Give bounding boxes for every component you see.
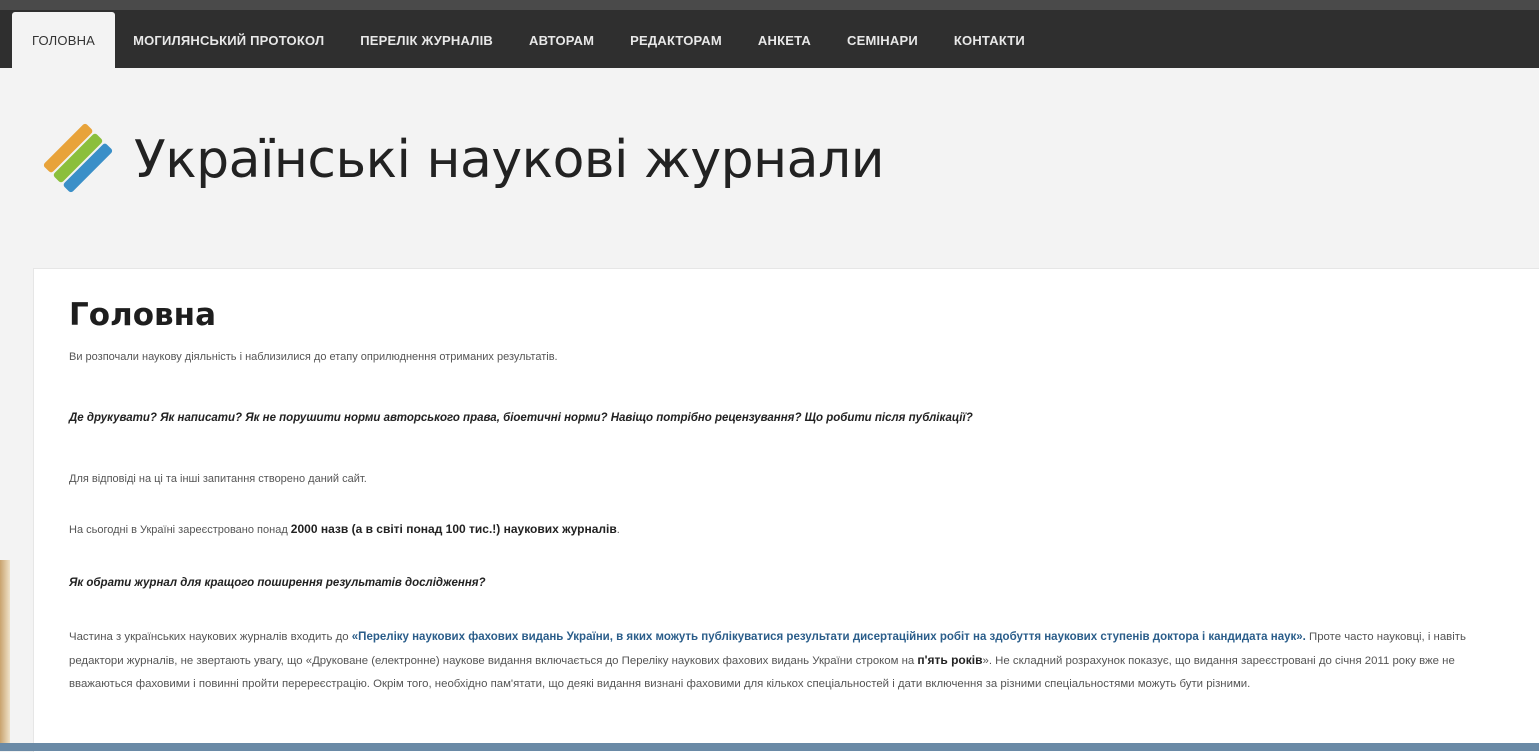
top-navigation-bar: ГОЛОВНА МОГИЛЯНСЬКИЙ ПРОТОКОЛ ПЕРЕЛІК ЖУ… (0, 0, 1539, 68)
browser-top-strip (0, 0, 1539, 10)
answer-text: Для відповіді на ці та інші запитання ст… (69, 473, 367, 485)
nav-item-editors[interactable]: РЕДАКТОРАМ (612, 12, 740, 68)
stats-suffix: . (616, 524, 620, 536)
main-nav: ГОЛОВНА МОГИЛЯНСЬКИЙ ПРОТОКОЛ ПЕРЕЛІК ЖУ… (12, 12, 1043, 68)
nav-item-seminars[interactable]: СЕМІНАРИ (829, 12, 936, 68)
five-years-highlight: п'ять років (917, 653, 983, 667)
stats-prefix: На сьогодні в Україні зареєстровано пона… (69, 524, 291, 536)
site-header[interactable]: Українські наукові журнали (38, 118, 885, 202)
journals-paragraph: Частина з українських наукових журналів … (69, 626, 1509, 696)
nav-item-authors[interactable]: АВТОРАМ (511, 12, 612, 68)
stats-text: На сьогодні в Україні зареєстровано пона… (69, 522, 620, 536)
nav-item-journals-list[interactable]: ПЕРЕЛІК ЖУРНАЛІВ (342, 12, 511, 68)
intro-text: Ви розпочали наукову діяльність і наблиз… (69, 351, 558, 363)
professional-editions-list-link[interactable]: «Переліку наукових фахових видань Україн… (352, 631, 1306, 643)
site-title[interactable]: Українські наукові журнали (134, 130, 885, 190)
colored-stripes-logo-icon[interactable] (38, 118, 118, 202)
nav-item-survey[interactable]: АНКЕТА (740, 12, 829, 68)
page-title: Головна (69, 297, 217, 333)
choose-journal-question: Як обрати журнал для кращого поширення р… (69, 577, 486, 589)
bottom-edge-bar (0, 743, 1539, 751)
nav-item-home[interactable]: ГОЛОВНА (12, 12, 116, 68)
background-decoration (0, 560, 10, 750)
stats-highlight: 2000 назв (а в світі понад 100 тис.!) на… (290, 522, 617, 536)
nav-item-contacts[interactable]: КОНТАКТИ (936, 12, 1043, 68)
paragraph-prefix: Частина з українських наукових журналів … (69, 631, 352, 643)
questions-text: Де друкувати? Як написати? Як не порушит… (69, 412, 973, 424)
main-content: Головна Ви розпочали наукову діяльність … (33, 268, 1539, 752)
nav-item-mohyla-protocol[interactable]: МОГИЛЯНСЬКИЙ ПРОТОКОЛ (115, 12, 342, 68)
